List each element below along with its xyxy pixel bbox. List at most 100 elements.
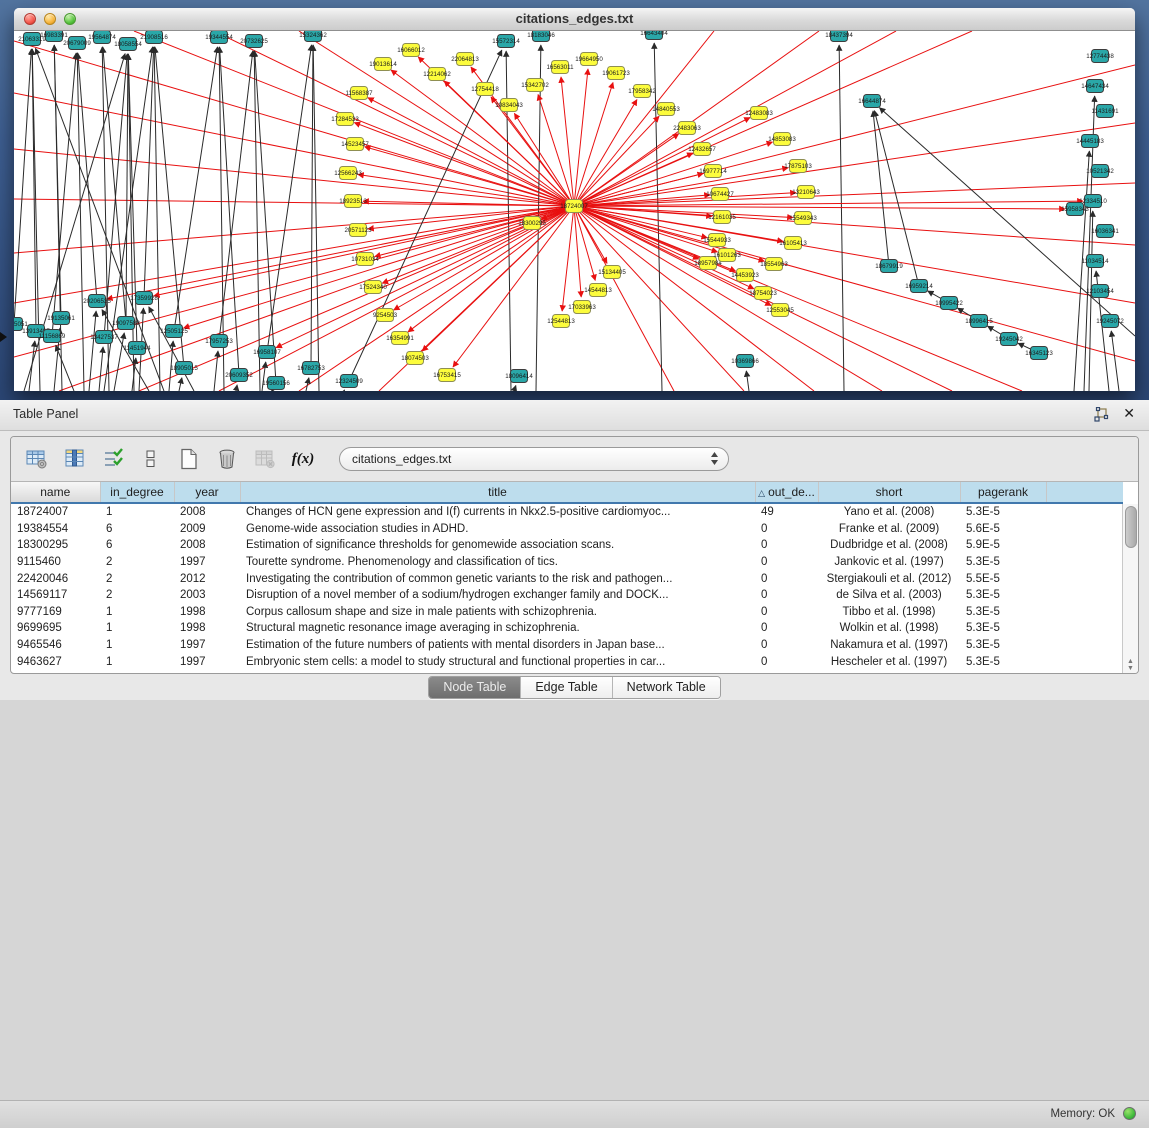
cell-pagerank[interactable]: 5.3E-5 bbox=[960, 620, 1046, 637]
float-window-icon[interactable] bbox=[1093, 407, 1109, 423]
cell-title[interactable]: Disruption of a novel member of a sodium… bbox=[240, 587, 755, 604]
cell-year[interactable]: 1998 bbox=[174, 620, 240, 637]
column-header-title[interactable]: title bbox=[240, 482, 755, 503]
cell-out-degree[interactable]: 0 bbox=[755, 521, 818, 538]
cell-short[interactable]: Yano et al. (2008) bbox=[818, 503, 960, 521]
cell-title[interactable]: Investigating the contribution of common… bbox=[240, 570, 755, 587]
table-row[interactable]: 1872400712008Changes of HCN gene express… bbox=[11, 503, 1123, 521]
cell-short[interactable]: Tibbo et al. (1998) bbox=[818, 604, 960, 621]
cell-title[interactable]: Corpus callosum shape and size in male p… bbox=[240, 604, 755, 621]
cell-pagerank[interactable]: 5.3E-5 bbox=[960, 604, 1046, 621]
scrollbar-thumb[interactable] bbox=[1125, 506, 1137, 548]
cell-year[interactable]: 2012 bbox=[174, 570, 240, 587]
table-row[interactable]: 946554611997Estimation of the future num… bbox=[11, 637, 1123, 654]
table-scrollbar[interactable]: ▲▼ bbox=[1122, 504, 1138, 674]
cell-short[interactable]: Hescheler et al. (1997) bbox=[818, 653, 960, 670]
cell-name[interactable]: 9777169 bbox=[11, 604, 100, 621]
cell-name[interactable]: 9463627 bbox=[11, 653, 100, 670]
column-header-filler[interactable] bbox=[1046, 482, 1123, 503]
cell-short[interactable]: Wolkin et al. (1998) bbox=[818, 620, 960, 637]
cell-pagerank[interactable]: 5.3E-5 bbox=[960, 587, 1046, 604]
cell-out-degree[interactable]: 0 bbox=[755, 537, 818, 554]
column-header-pagerank[interactable]: pagerank bbox=[960, 482, 1046, 503]
cell-out-degree[interactable]: 0 bbox=[755, 620, 818, 637]
cell-short[interactable]: Franke et al. (2009) bbox=[818, 521, 960, 538]
table-row[interactable]: 1456911722003Disruption of a novel membe… bbox=[11, 587, 1123, 604]
cell-name[interactable]: 9699695 bbox=[11, 620, 100, 637]
table-row[interactable]: 1938455462009Genome-wide association stu… bbox=[11, 521, 1123, 538]
cell-pagerank[interactable]: 5.9E-5 bbox=[960, 537, 1046, 554]
cell-out-degree[interactable]: 0 bbox=[755, 587, 818, 604]
cell-pagerank[interactable]: 5.3E-5 bbox=[960, 653, 1046, 670]
cell-short[interactable]: Nakamura et al. (1997) bbox=[818, 637, 960, 654]
cell-out-degree[interactable]: 0 bbox=[755, 604, 818, 621]
cell-title[interactable]: Embryonic stem cells: a model to study s… bbox=[240, 653, 755, 670]
cell-pagerank[interactable]: 5.3E-5 bbox=[960, 503, 1046, 521]
cell-out-degree[interactable]: 0 bbox=[755, 653, 818, 670]
cell-in-degree[interactable]: 6 bbox=[100, 537, 174, 554]
cell-pagerank[interactable]: 5.3E-5 bbox=[960, 637, 1046, 654]
table-row[interactable]: 977716911998Corpus callosum shape and si… bbox=[11, 604, 1123, 621]
scrollbar-arrows-icon[interactable]: ▲▼ bbox=[1123, 658, 1138, 672]
cell-year[interactable]: 1997 bbox=[174, 653, 240, 670]
table-row[interactable]: 2242004622012Investigating the contribut… bbox=[11, 570, 1123, 587]
cell-in-degree[interactable]: 1 bbox=[100, 620, 174, 637]
table-mode-button[interactable] bbox=[21, 443, 53, 475]
column-header-year[interactable]: year bbox=[174, 482, 240, 503]
cell-year[interactable]: 2008 bbox=[174, 537, 240, 554]
create-column-button[interactable] bbox=[173, 443, 205, 475]
delete-column-button[interactable] bbox=[211, 443, 243, 475]
table-row[interactable]: 946362711997Embryonic stem cells: a mode… bbox=[11, 653, 1123, 670]
cell-pagerank[interactable]: 5.6E-5 bbox=[960, 521, 1046, 538]
cell-in-degree[interactable]: 1 bbox=[100, 604, 174, 621]
cell-year[interactable]: 2003 bbox=[174, 587, 240, 604]
cell-name[interactable]: 22420046 bbox=[11, 570, 100, 587]
cell-title[interactable]: Changes of HCN gene expression and I(f) … bbox=[240, 503, 755, 521]
cell-short[interactable]: Stergiakouli et al. (2012) bbox=[818, 570, 960, 587]
tab-network-table[interactable]: Network Table bbox=[613, 677, 720, 698]
cell-in-degree[interactable]: 2 bbox=[100, 554, 174, 571]
row-height-button[interactable] bbox=[135, 443, 167, 475]
column-header-in_degree[interactable]: in_degree bbox=[100, 482, 174, 503]
function-builder-button[interactable]: f(x) bbox=[287, 443, 319, 475]
table-row[interactable]: 969969511998Structural magnetic resonanc… bbox=[11, 620, 1123, 637]
drawer-collapse-arrow-icon[interactable] bbox=[0, 332, 7, 342]
cell-year[interactable]: 1998 bbox=[174, 604, 240, 621]
cell-short[interactable]: de Silva et al. (2003) bbox=[818, 587, 960, 604]
cell-name[interactable]: 18724007 bbox=[11, 503, 100, 521]
cell-out-degree[interactable]: 0 bbox=[755, 554, 818, 571]
select-rows-button[interactable] bbox=[97, 443, 129, 475]
cell-in-degree[interactable]: 2 bbox=[100, 570, 174, 587]
cell-pagerank[interactable]: 5.5E-5 bbox=[960, 570, 1046, 587]
cell-in-degree[interactable]: 2 bbox=[100, 587, 174, 604]
cell-out-degree[interactable]: 0 bbox=[755, 637, 818, 654]
cell-name[interactable]: 9115460 bbox=[11, 554, 100, 571]
cell-out-degree[interactable]: 0 bbox=[755, 570, 818, 587]
cell-name[interactable]: 19384554 bbox=[11, 521, 100, 538]
cell-year[interactable]: 1997 bbox=[174, 554, 240, 571]
cell-title[interactable]: Estimation of the future numbers of pati… bbox=[240, 637, 755, 654]
cell-in-degree[interactable]: 6 bbox=[100, 521, 174, 538]
show-columns-button[interactable] bbox=[59, 443, 91, 475]
cell-short[interactable]: Jankovic et al. (1997) bbox=[818, 554, 960, 571]
cell-in-degree[interactable]: 1 bbox=[100, 503, 174, 521]
cell-year[interactable]: 1997 bbox=[174, 637, 240, 654]
cell-name[interactable]: 9465546 bbox=[11, 637, 100, 654]
cell-year[interactable]: 2008 bbox=[174, 503, 240, 521]
table-row[interactable]: 1830029562008Estimation of significance … bbox=[11, 537, 1123, 554]
cell-pagerank[interactable]: 5.3E-5 bbox=[960, 554, 1046, 571]
close-panel-icon[interactable]: ✕ bbox=[1123, 405, 1135, 422]
cell-in-degree[interactable]: 1 bbox=[100, 637, 174, 654]
cell-name[interactable]: 14569117 bbox=[11, 587, 100, 604]
column-header-out_de[interactable]: △out_de... bbox=[755, 482, 818, 503]
delete-table-button[interactable] bbox=[249, 443, 281, 475]
cell-out-degree[interactable]: 49 bbox=[755, 503, 818, 521]
column-header-short[interactable]: short bbox=[818, 482, 960, 503]
table-selector-dropdown[interactable]: citations_edges.txt bbox=[339, 447, 729, 471]
cell-title[interactable]: Structural magnetic resonance image aver… bbox=[240, 620, 755, 637]
cell-title[interactable]: Tourette syndrome. Phenomenology and cla… bbox=[240, 554, 755, 571]
cell-year[interactable]: 2009 bbox=[174, 521, 240, 538]
cell-title[interactable]: Estimation of significance thresholds fo… bbox=[240, 537, 755, 554]
table-row[interactable]: 911546021997Tourette syndrome. Phenomeno… bbox=[11, 554, 1123, 571]
network-canvas[interactable]: 1872400718300295115683871728453314523457… bbox=[14, 31, 1135, 391]
